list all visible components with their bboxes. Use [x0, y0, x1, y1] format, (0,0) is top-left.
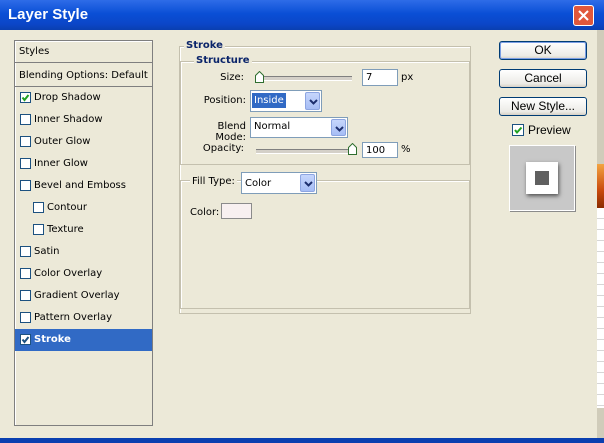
stroke-group-title: Stroke [184, 40, 225, 51]
color-label: Color: [190, 207, 220, 218]
layer-style-dialog: Layer Style Styles Blending Options: Def… [0, 0, 604, 443]
style-item-label: Contour [47, 202, 87, 213]
style-item-pattern-overlay[interactable]: Pattern Overlay [15, 307, 152, 329]
fill-type-value: Color [245, 178, 272, 189]
style-item-label: Pattern Overlay [34, 312, 113, 323]
size-label: Size: [220, 72, 244, 83]
fill-type-label: Fill Type: [190, 176, 237, 187]
style-item-texture[interactable]: Texture [15, 219, 152, 241]
blend-mode-label: Blend Mode: [215, 121, 246, 143]
style-item-label: Inner Shadow [34, 114, 103, 125]
new-style-button[interactable]: New Style... [499, 97, 587, 116]
style-item-bevel-and-emboss[interactable]: Bevel and Emboss [15, 175, 152, 197]
style-item-label: Texture [47, 224, 84, 235]
fill-type-group [180, 180, 470, 309]
blend-mode-value: Normal [254, 121, 291, 132]
style-item-satin[interactable]: Satin [15, 241, 152, 263]
style-item-stroke[interactable]: Stroke [15, 329, 152, 351]
style-item-color-overlay[interactable]: Color Overlay [15, 263, 152, 285]
position-label: Position: [203, 95, 246, 106]
title-bar[interactable]: Layer Style [0, 0, 604, 30]
style-checkbox[interactable] [20, 158, 31, 169]
style-item-inner-shadow[interactable]: Inner Shadow [15, 109, 152, 131]
close-icon [578, 10, 589, 21]
styles-header[interactable]: Styles [15, 41, 152, 63]
checkmark-icon [514, 126, 523, 135]
opacity-slider-thumb[interactable] [348, 143, 357, 155]
position-select[interactable]: Inside [250, 90, 322, 112]
size-slider[interactable] [256, 76, 352, 81]
preview-label: Preview [528, 123, 571, 137]
blending-options-item[interactable]: Blending Options: Default [15, 65, 152, 87]
preview-checkbox[interactable] [512, 124, 524, 136]
style-item-outer-glow[interactable]: Outer Glow [15, 131, 152, 153]
ok-button[interactable]: OK [499, 41, 587, 60]
style-item-label: Inner Glow [34, 158, 88, 169]
style-item-label: Stroke [34, 334, 71, 345]
styles-list: Styles Blending Options: Default Drop Sh… [14, 40, 153, 426]
size-input[interactable]: 7 [362, 69, 398, 86]
style-checkbox[interactable] [20, 136, 31, 147]
style-item-contour[interactable]: Contour [15, 197, 152, 219]
style-item-label: Satin [34, 246, 60, 257]
opacity-input[interactable]: 100 [362, 142, 398, 158]
structure-group-title: Structure [194, 55, 252, 66]
style-checkbox[interactable] [33, 202, 44, 213]
window-title: Layer Style [8, 6, 89, 23]
chevron-down-icon [304, 181, 313, 187]
style-checkbox[interactable] [20, 246, 31, 257]
color-swatch[interactable] [221, 203, 252, 219]
style-item-label: Outer Glow [34, 136, 91, 147]
opacity-slider[interactable] [256, 149, 352, 154]
window-bottom-edge [0, 438, 604, 443]
style-checkbox[interactable] [20, 268, 31, 279]
size-slider-thumb[interactable] [254, 71, 264, 83]
style-preview-thumbnail [509, 145, 575, 211]
opacity-label: Opacity: [202, 143, 244, 154]
checkmark-icon [21, 336, 30, 344]
chevron-down-icon [335, 126, 344, 132]
style-checkbox[interactable] [20, 312, 31, 323]
style-checkbox[interactable] [33, 224, 44, 235]
opacity-unit: % [401, 144, 411, 155]
close-button[interactable] [573, 5, 594, 26]
size-unit: px [401, 72, 414, 83]
style-item-inner-glow[interactable]: Inner Glow [15, 153, 152, 175]
cancel-button[interactable]: Cancel [499, 69, 587, 88]
background-window-edge [597, 30, 604, 443]
fill-type-dropdown-button[interactable] [300, 174, 315, 192]
style-checkbox[interactable] [20, 334, 31, 345]
checkmark-icon [21, 94, 30, 102]
style-item-label: Gradient Overlay [34, 290, 120, 301]
style-checkbox[interactable] [20, 290, 31, 301]
blend-mode-dropdown-button[interactable] [331, 119, 346, 136]
style-item-label: Color Overlay [34, 268, 103, 279]
style-checkbox[interactable] [20, 180, 31, 191]
style-item-label: Drop Shadow [34, 92, 101, 103]
style-item-drop-shadow[interactable]: Drop Shadow [15, 87, 152, 109]
style-item-label: Bevel and Emboss [34, 180, 126, 191]
style-checkbox[interactable] [20, 114, 31, 125]
position-dropdown-button[interactable] [305, 92, 320, 110]
blend-mode-select[interactable]: Normal [250, 117, 348, 138]
chevron-down-icon [309, 99, 318, 105]
position-value: Inside [252, 93, 286, 108]
style-item-gradient-overlay[interactable]: Gradient Overlay [15, 285, 152, 307]
fill-type-select[interactable]: Color [241, 172, 317, 194]
style-checkbox[interactable] [20, 92, 31, 103]
